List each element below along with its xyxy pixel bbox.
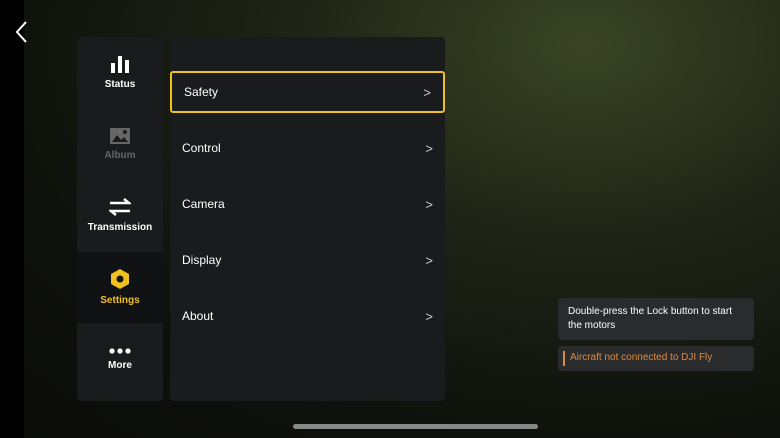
more-dots-icon [109, 348, 131, 354]
home-indicator[interactable] [293, 424, 538, 429]
sidebar-item-label: Settings [100, 295, 140, 307]
sidebar-item-status[interactable]: Status [77, 37, 163, 109]
swap-arrows-icon [109, 198, 131, 217]
warning-text: Aircraft not connected to DJI Fly [570, 352, 713, 363]
warning-indicator [563, 351, 565, 366]
sidebar-item-album[interactable]: Album [77, 109, 163, 181]
chevron-right-icon: > [425, 252, 433, 268]
chevron-right-icon: > [423, 84, 431, 100]
hex-nut-icon [111, 269, 129, 290]
sidebar-item-label: Status [104, 79, 136, 91]
back-arrow-icon[interactable] [12, 20, 34, 44]
menu-item-safety[interactable]: Safety > [170, 71, 445, 113]
menu-item-display[interactable]: Display > [170, 239, 445, 281]
sidebar-item-transmission[interactable]: Transmission [77, 180, 163, 252]
settings-menu: Safety > Control > Camera > Display > About > [170, 37, 445, 401]
sidebar-item-label: Album [104, 149, 136, 161]
menu-item-control[interactable]: Control > [170, 127, 445, 169]
sidebar-item-more[interactable]: More [77, 323, 163, 395]
sidebar-item-label: Transmission [87, 222, 153, 234]
menu-item-label: Safety [184, 85, 219, 99]
sidebar-item-settings[interactable]: Settings [77, 251, 163, 324]
image-icon [110, 127, 130, 144]
bar-chart-icon [111, 56, 129, 74]
chevron-right-icon: > [425, 308, 433, 324]
sidebar-item-label: More [108, 359, 132, 371]
menu-item-camera[interactable]: Camera > [170, 183, 445, 225]
warning-toast: Aircraft not connected to DJI Fly [558, 346, 754, 371]
hint-toast: Double-press the Lock button to start th… [558, 298, 754, 340]
left-edge-bar [0, 0, 24, 438]
menu-item-about[interactable]: About > [170, 295, 445, 337]
chevron-right-icon: > [425, 140, 433, 156]
menu-item-label: Control [182, 141, 221, 155]
chevron-right-icon: > [425, 196, 433, 212]
menu-item-label: Display [182, 253, 222, 267]
menu-item-label: About [182, 309, 214, 323]
menu-item-label: Camera [182, 197, 225, 211]
sidebar: Status Album Transmission Settings More [77, 37, 163, 401]
